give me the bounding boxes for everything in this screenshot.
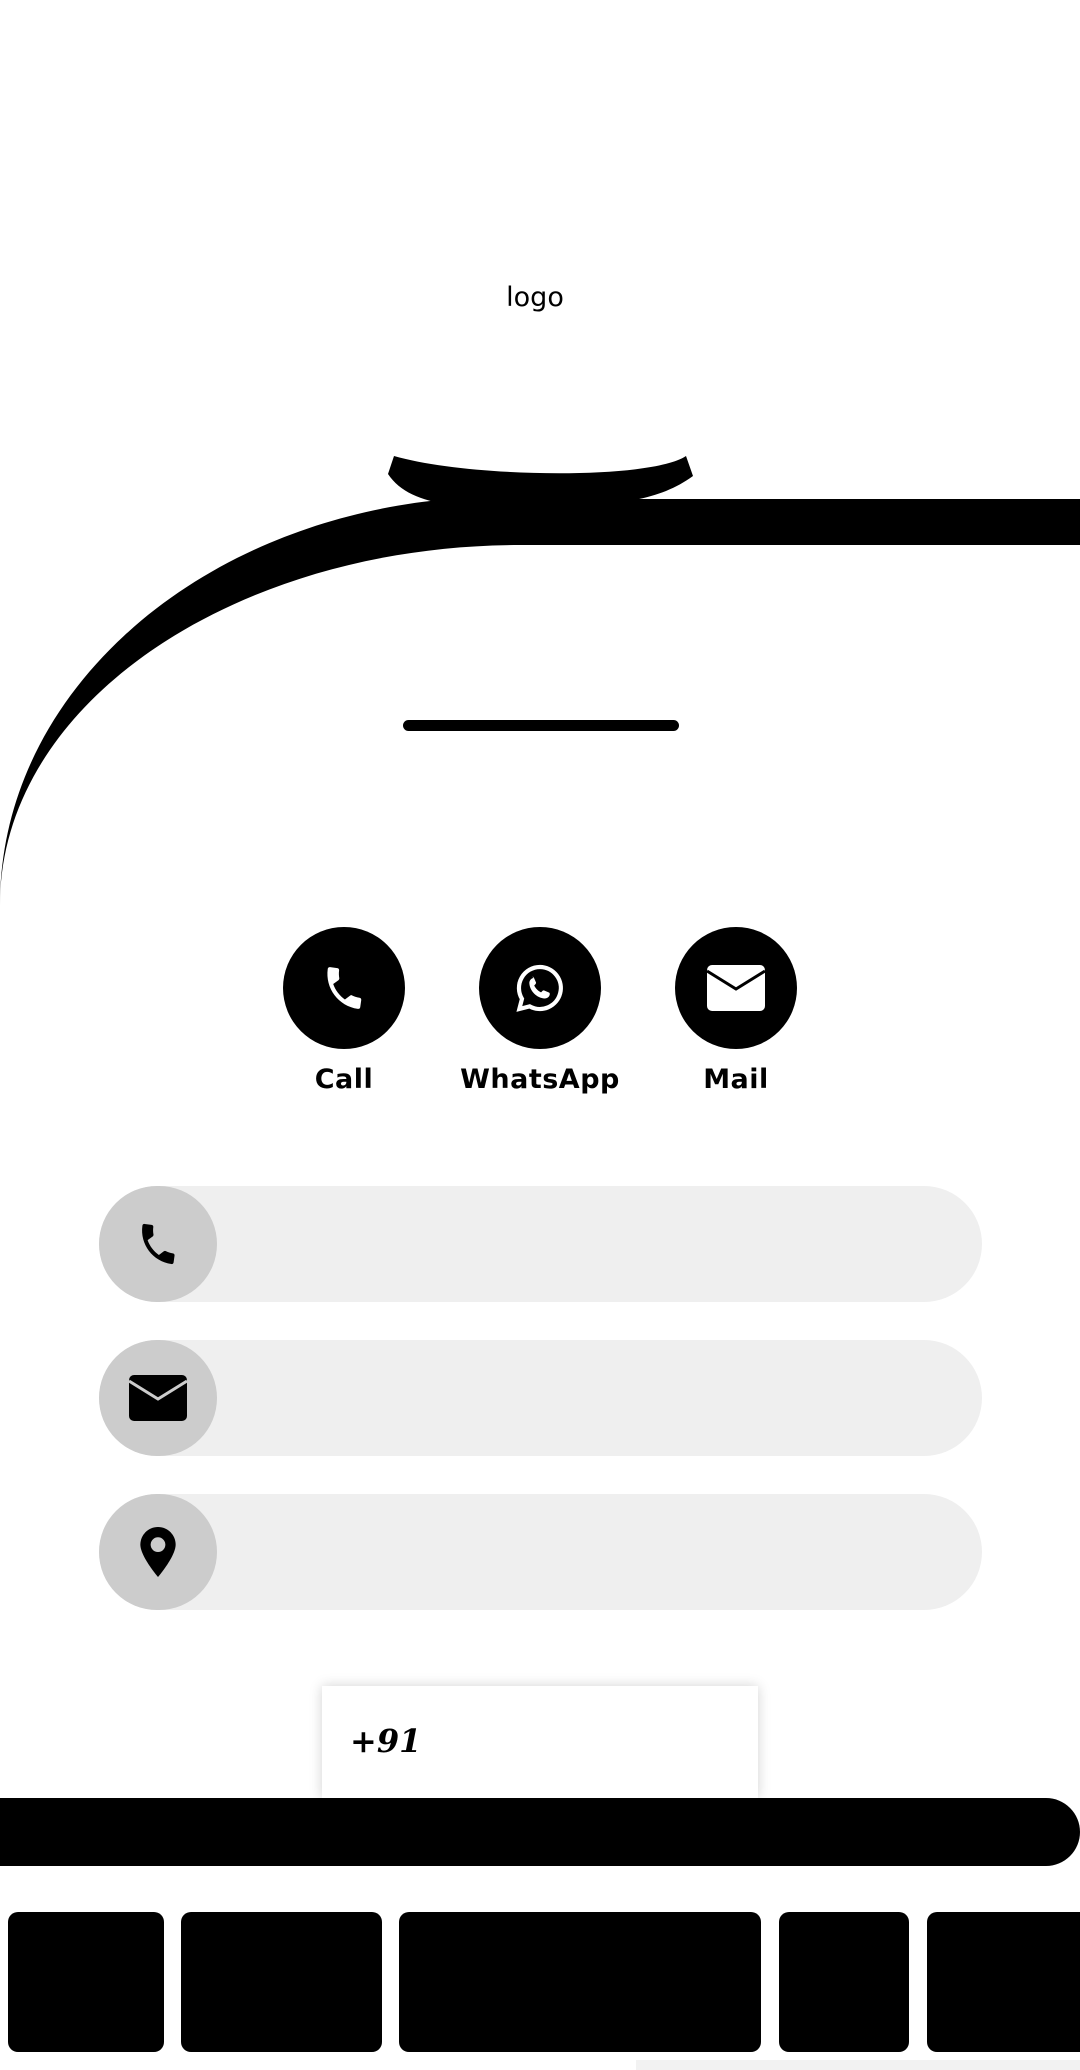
mail-icon-bubble [99,1340,217,1456]
location-pin-icon [140,1527,176,1577]
phone-number-card: +91 [322,1686,758,1798]
whatsapp-button[interactable] [479,927,601,1049]
whatsapp-action[interactable]: WhatsApp [450,927,630,1097]
phone-number-input[interactable] [422,1716,726,1768]
header-arc-band [0,499,1080,905]
country-code: +91 [350,1722,422,1760]
mail-label: Mail [703,1064,769,1095]
phone-icon [142,1223,175,1265]
header-cup-shape [388,456,693,505]
call-label: Call [314,1064,374,1095]
name-divider-bar [403,720,679,731]
address-info-row[interactable] [99,1494,982,1610]
mail-icon [707,965,765,1011]
email-info-row[interactable] [99,1340,982,1456]
share-submit-bar[interactable] [0,1798,1080,1866]
nav-tile-4[interactable] [779,1912,909,2052]
nav-tile-3[interactable] [399,1912,761,2052]
mail-button[interactable] [675,927,797,1049]
phone-icon-bubble [99,1186,217,1302]
nav-tile-2[interactable] [181,1912,382,2052]
location-icon-bubble [99,1494,217,1610]
mail-action[interactable]: Mail [646,927,826,1097]
mail-icon [129,1375,187,1421]
nav-tile-1[interactable] [8,1912,164,2052]
logo-text: logo [506,282,564,313]
whatsapp-icon [516,964,563,1012]
call-action[interactable]: Call [254,927,434,1097]
phone-icon [327,967,362,1009]
call-button[interactable] [283,927,405,1049]
whatsapp-label: WhatsApp [460,1064,620,1095]
bottom-strip [636,2060,1080,2070]
phone-info-row[interactable] [99,1186,982,1302]
profile-header-graphic [0,456,1080,905]
nav-tile-5[interactable] [927,1912,1080,2052]
